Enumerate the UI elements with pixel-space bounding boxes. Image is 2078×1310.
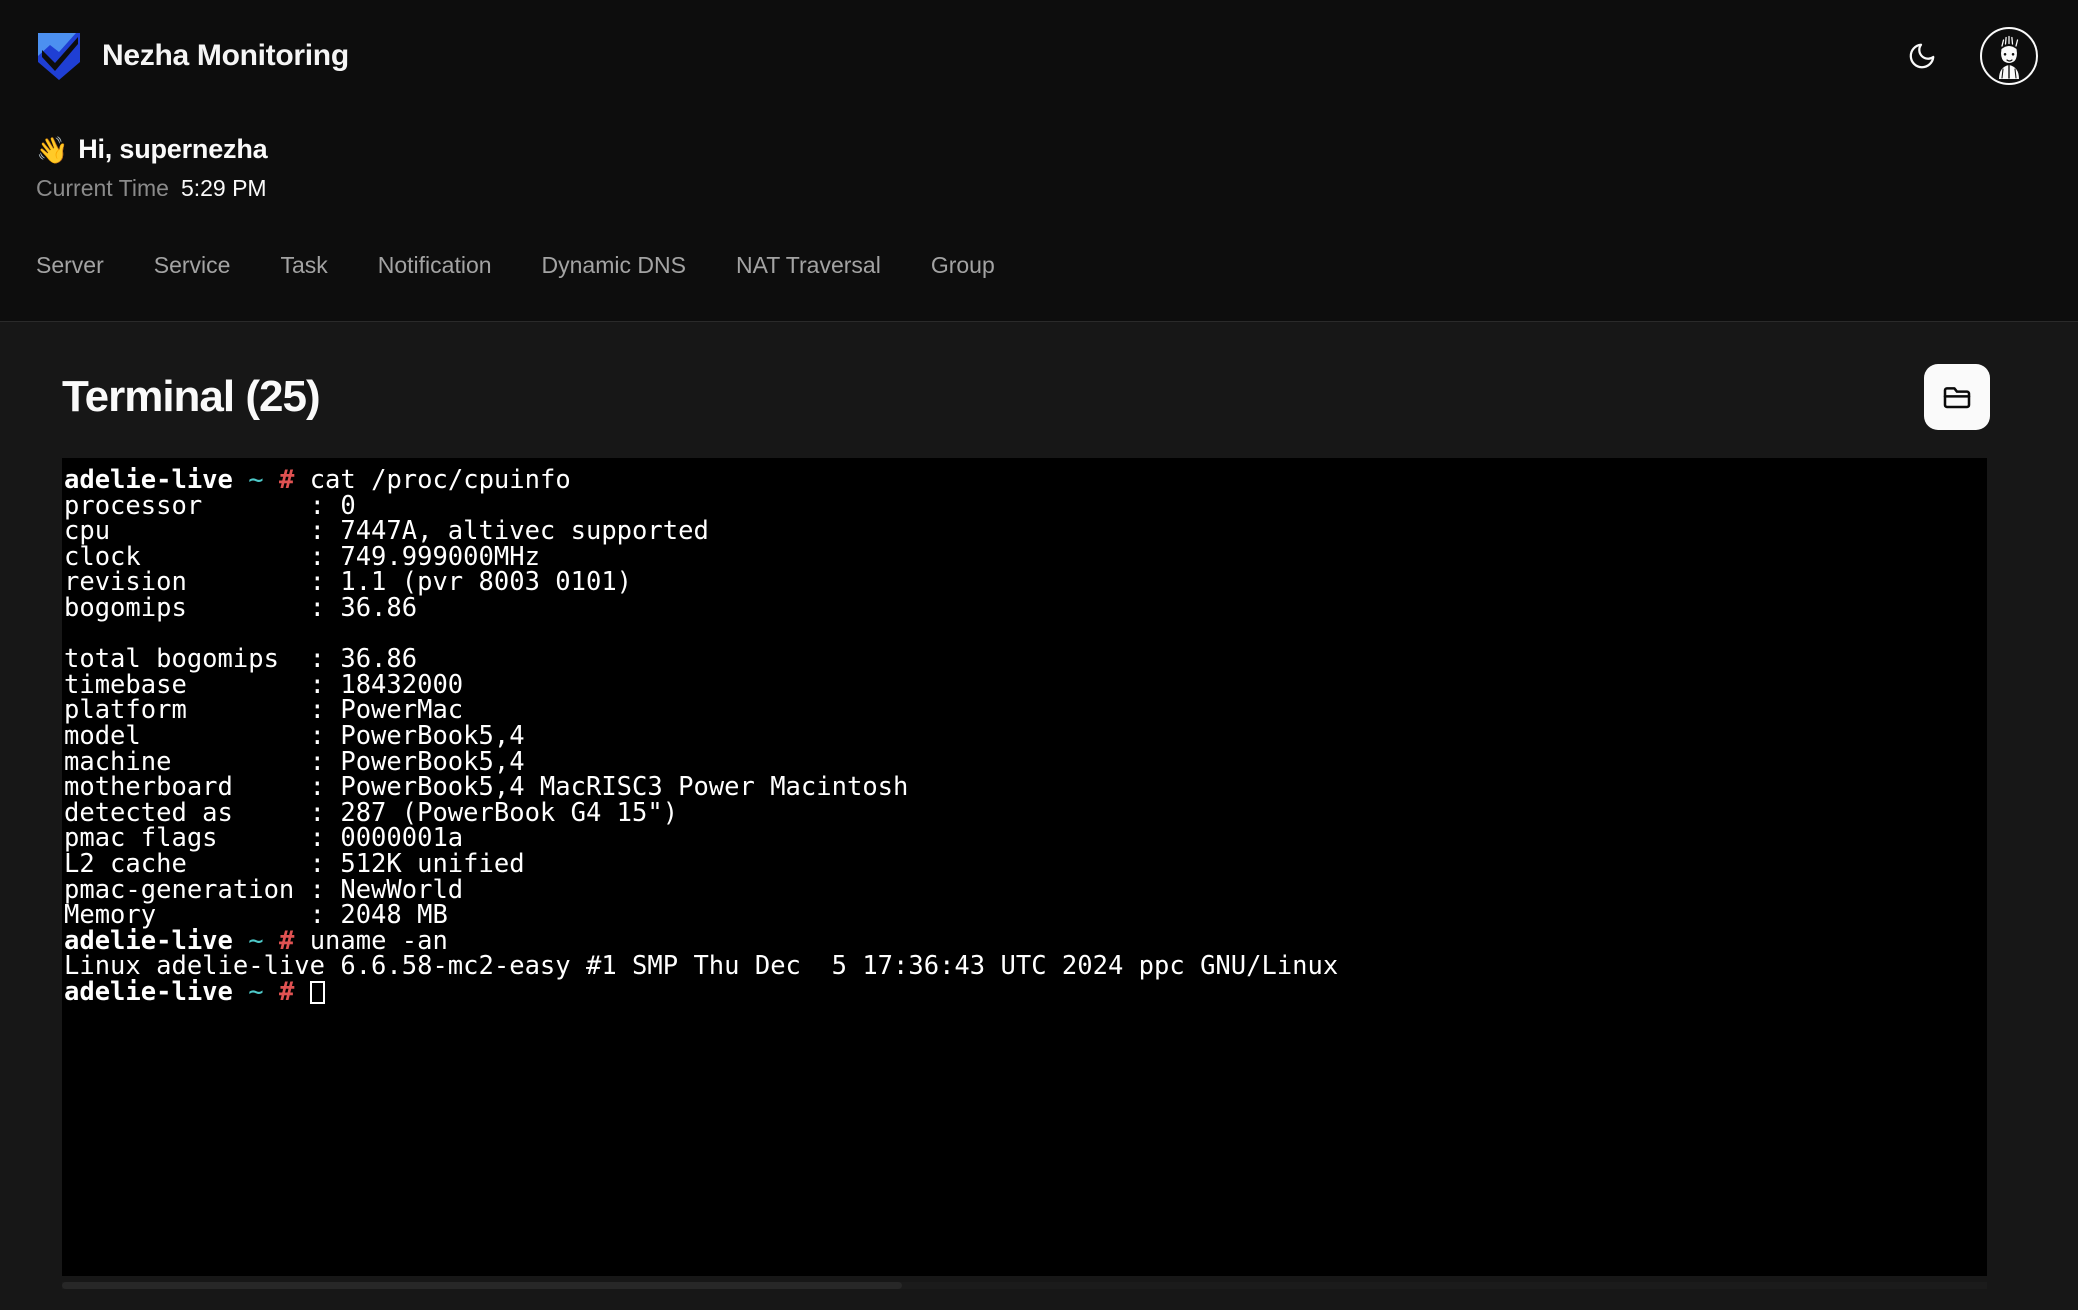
terminal-line: cpu : 7447A, altivec supported	[64, 516, 709, 547]
nav-tab-group[interactable]: Group	[931, 252, 1022, 279]
current-time: Current Time 5:29 PM	[36, 175, 2042, 202]
terminal-prompt-symbol: #	[278, 976, 295, 1007]
current-time-label: Current Time	[36, 175, 169, 201]
terminal-line: model : PowerBook5,4	[64, 720, 525, 751]
nav-tab-service[interactable]: Service	[154, 252, 258, 279]
greeting-block: 👋 Hi, supernezha Current Time 5:29 PM	[0, 112, 2078, 202]
nav-tab-server[interactable]: Server	[36, 252, 131, 279]
brand[interactable]: Nezha Monitoring	[36, 30, 349, 82]
terminal-line: motherboard : PowerBook5,4 MacRISC3 Powe…	[64, 772, 909, 803]
greeting-text: Hi, supernezha	[78, 134, 268, 164]
terminal-prompt-host: adelie-live	[64, 976, 233, 1007]
nav-tab-nat-traversal[interactable]: NAT Traversal	[736, 252, 908, 279]
nav-tab-notification[interactable]: Notification	[378, 252, 519, 279]
shield-check-icon	[36, 30, 82, 82]
folder-icon[interactable]	[1924, 364, 1990, 430]
terminal-line: bogomips : 36.86	[64, 592, 418, 623]
terminal-line: adelie-live ~ # cat /proc/cpuinfo	[62, 467, 1987, 494]
moon-icon[interactable]	[1900, 34, 1944, 78]
nav-tab-dynamic-dns[interactable]: Dynamic DNS	[542, 252, 713, 279]
terminal-line: L2 cache : 512K unified	[64, 848, 525, 879]
terminal-line: total bogomips : 36.86	[64, 644, 418, 675]
greeting: 👋 Hi, supernezha	[36, 134, 2042, 165]
nav-tabs: Server Service Task Notification Dynamic DNS…	[0, 236, 2078, 294]
header-actions	[1900, 27, 2038, 85]
nav-tab-task[interactable]: Task	[280, 252, 354, 279]
wave-emoji: 👋	[36, 134, 69, 165]
page-title: Terminal (25)	[62, 372, 321, 421]
scrollbar-thumb[interactable]	[62, 1282, 902, 1289]
app-header: Nezha Monitoring 👋 Hi, supernezha Curren…	[0, 0, 2078, 322]
terminal-output[interactable]: adelie-live ~ # cat /proc/cpuinfo process…	[62, 458, 1987, 1276]
terminal-line: Linux adelie-live 6.6.58-mc2-easy #1 SMP…	[64, 951, 1339, 982]
terminal-horizontal-scrollbar[interactable]	[62, 1282, 1987, 1289]
terminal-line: adelie-live ~ #	[62, 976, 1987, 1007]
main-content: Terminal (25) adelie-live ~ # cat /proc/…	[0, 322, 2078, 1310]
terminal-wrapper: adelie-live ~ # cat /proc/cpuinfo process…	[62, 458, 1987, 1276]
current-time-value: 5:29 PM	[180, 175, 267, 201]
brand-title: Nezha Monitoring	[102, 39, 349, 72]
avatar[interactable]	[1980, 27, 2038, 85]
terminal-prompt-path: ~	[248, 976, 264, 1007]
terminal-cursor	[309, 980, 325, 1004]
header-bar: Nezha Monitoring	[0, 0, 2078, 112]
panel-header: Terminal (25)	[44, 322, 2034, 458]
